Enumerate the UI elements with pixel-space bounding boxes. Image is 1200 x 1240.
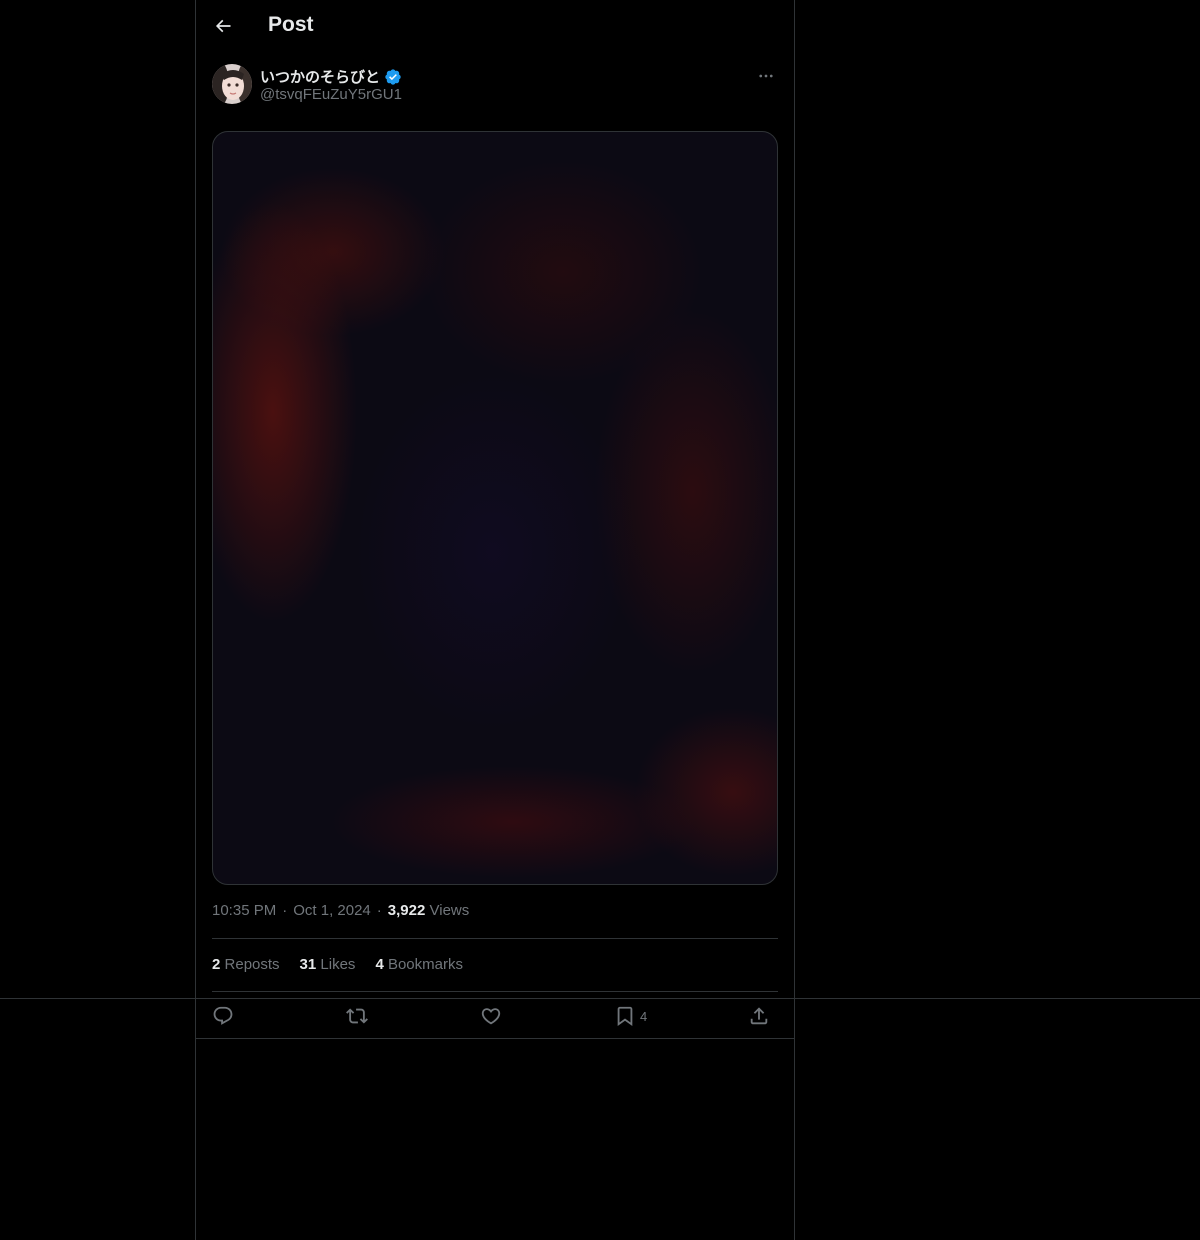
divider: [212, 991, 778, 992]
bookmark-count: 4: [640, 1008, 648, 1024]
post-image[interactable]: [212, 131, 778, 885]
post-time[interactable]: 10:35 PM: [212, 902, 276, 919]
like-icon: [481, 1008, 501, 1025]
bookmark-button[interactable]: 4: [614, 1003, 647, 1029]
reposts-count: 2: [212, 956, 221, 973]
bookmarks-stat[interactable]: 4 Bookmarks: [375, 956, 463, 973]
post-meta: 10:35 PM · Oct 1, 2024 · 3,922 Views: [212, 902, 469, 919]
back-arrow-icon: [215, 19, 231, 33]
post-author: いつかのそらびと @tsvqFEuZuY5rGU1: [212, 64, 778, 108]
repost-button[interactable]: [346, 1003, 368, 1029]
back-button[interactable]: [208, 11, 238, 41]
bookmarks-count: 4: [375, 956, 384, 973]
reply-button[interactable]: [212, 1003, 234, 1029]
views-count: 3,922: [387, 902, 426, 919]
likes-stat[interactable]: 31 Likes: [300, 956, 356, 973]
header: Post: [196, 0, 794, 54]
divider: [212, 938, 778, 939]
name-row: いつかのそらびと: [260, 66, 402, 87]
bookmark-icon: [617, 1006, 633, 1027]
user-handle[interactable]: @tsvqFEuZuY5rGU1: [260, 86, 402, 103]
meta-separator: ·: [282, 902, 288, 919]
post-bottom-border: [196, 1038, 794, 1039]
post-stats: 2 Reposts 31 Likes 4 Bookmarks: [212, 956, 463, 973]
display-name[interactable]: いつかのそらびと: [260, 66, 380, 87]
page-title: Post: [268, 13, 314, 36]
bookmarks-label: Bookmarks: [387, 956, 463, 973]
more-icon: [759, 74, 773, 78]
meta-separator: ·: [376, 902, 382, 919]
share-button[interactable]: [748, 1003, 770, 1029]
likes-label: Likes: [320, 956, 356, 973]
reposts-stat[interactable]: 2 Reposts: [212, 956, 280, 973]
views-label: Views: [429, 902, 470, 919]
likes-count: 31: [299, 956, 317, 973]
share-icon: [750, 1007, 768, 1025]
verified-badge-icon: [385, 68, 401, 85]
more-options-button[interactable]: [754, 66, 778, 86]
post-date[interactable]: Oct 1, 2024: [293, 902, 371, 919]
post-column: Post いつかのそらびと @tsvqFEuZuY5rGU1 10:35 PM …: [195, 0, 795, 1240]
action-bar: 4: [212, 1003, 778, 1029]
reply-icon: [213, 1006, 233, 1025]
repost-icon: [346, 1008, 368, 1024]
like-button[interactable]: [480, 1003, 502, 1029]
avatar[interactable]: [212, 64, 252, 104]
reposts-label: Reposts: [224, 956, 280, 973]
